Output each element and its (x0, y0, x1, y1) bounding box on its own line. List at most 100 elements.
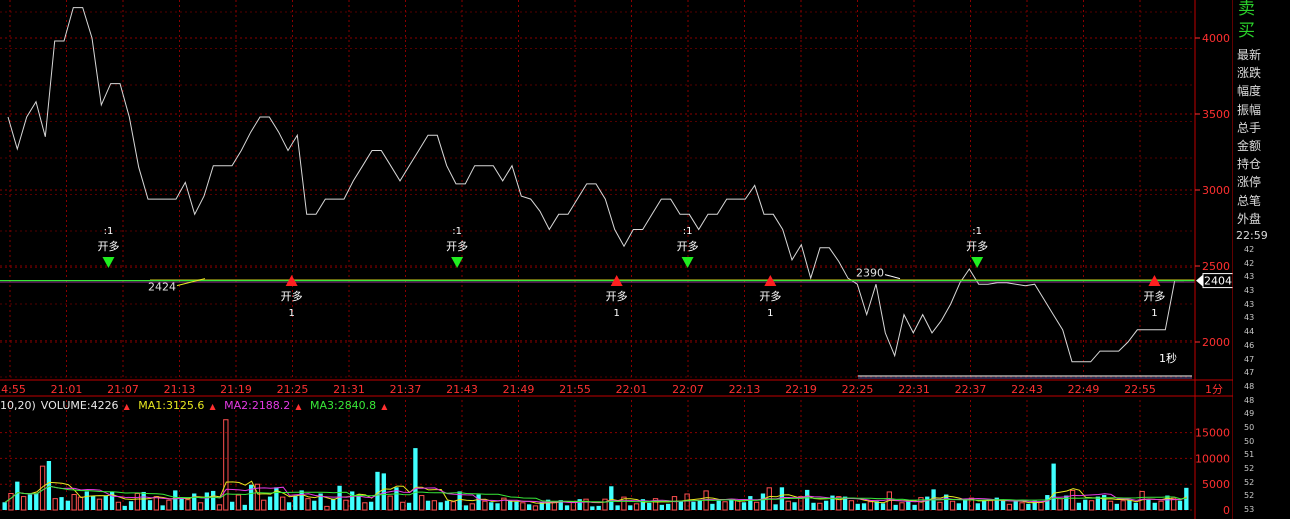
up-arrow-icon: ▲ (381, 402, 388, 411)
signal-text: 开多 (1143, 289, 1165, 303)
volume-bar (748, 496, 753, 510)
volume-bar (678, 501, 683, 510)
volume-bar (27, 494, 33, 510)
time-annotation: 1秒 (1159, 351, 1177, 365)
volume-bar (192, 493, 197, 510)
volume-bar (96, 498, 103, 511)
volume-bar (1127, 500, 1132, 510)
x-tick-label: 21:25 (277, 383, 309, 396)
menu-item-turnover[interactable]: 金额 (1237, 137, 1261, 155)
volume-bar (1083, 499, 1088, 510)
price-label: 2424 (148, 281, 176, 294)
menu-item-open-interest[interactable]: 持仓 (1237, 155, 1261, 173)
volume-y-tick-label: 5000 (1202, 478, 1230, 491)
volume-bar (229, 501, 235, 510)
x-tick-label: 22:01 (616, 383, 648, 396)
volume-bar (628, 505, 633, 510)
legend-volume-value: VOLUME:4226 (40, 399, 119, 412)
volume-bar (431, 500, 438, 511)
volume-bar (71, 494, 77, 511)
volume-bar (2, 502, 7, 510)
volume-bar (286, 502, 292, 510)
volume-y-tick-label: 15000 (1195, 427, 1230, 440)
signal-text: 开多 (97, 239, 119, 253)
volume-bar (59, 497, 64, 510)
volume-bar (438, 502, 443, 510)
volume-bar (697, 500, 702, 510)
x-tick-label: 21:43 (446, 383, 478, 396)
tick-second: 50 (1244, 436, 1255, 446)
volume-bar (495, 503, 500, 510)
volume-bar (179, 498, 184, 510)
signal-text: :1 (683, 226, 693, 237)
volume-bar (508, 500, 513, 510)
menu-item-amplitude[interactable]: 振幅 (1237, 101, 1261, 119)
volume-bar (413, 448, 418, 510)
volume-bar (1088, 500, 1095, 511)
x-tick-label: 22:37 (955, 383, 987, 396)
tick-second: 52 (1244, 477, 1255, 487)
y-tick-label: 3000 (1202, 184, 1230, 197)
volume-bar (65, 500, 71, 510)
volume-bar (343, 499, 349, 511)
volume-bar (77, 496, 84, 511)
x-tick-label: 22:31 (898, 383, 930, 396)
outer-disc-tab[interactable]: 外盘 (1237, 210, 1261, 227)
volume-bar (684, 493, 690, 511)
price-chart[interactable]: 2404242423901秒:1开多:1开多:1开多:1开多开多1开多1开多1开… (0, 7, 1234, 379)
x-tick-label: 14:55 (0, 383, 26, 396)
volume-bar (514, 501, 519, 510)
volume-bar (753, 501, 760, 511)
volume-bar (912, 504, 917, 510)
volume-bar (185, 499, 191, 511)
menu-item-total-trades[interactable]: 总笔 (1237, 192, 1261, 210)
volume-bar (1076, 502, 1082, 510)
menu-item-latest[interactable]: 最新 (1237, 46, 1261, 64)
volume-bar (299, 490, 304, 510)
volume-bar (710, 503, 715, 510)
volume-bar (375, 471, 380, 510)
legend-ma3: MA3:2840.8 (309, 399, 377, 412)
signal-text: 1 (1151, 308, 1157, 319)
x-tick-label: 21:01 (51, 383, 83, 396)
volume-chart[interactable] (2, 419, 1189, 511)
volume-bar (211, 490, 216, 510)
volume-bar (90, 495, 96, 510)
volume-bar (482, 500, 488, 511)
volume-bar (596, 505, 601, 510)
volume-bar (103, 495, 108, 510)
menu-item-change[interactable]: 涨跌 (1237, 64, 1261, 82)
volume-bar (975, 503, 980, 510)
volume-bar (147, 500, 153, 510)
volume-bar (1013, 501, 1018, 510)
volume-bar (526, 504, 532, 510)
volume-bar (792, 502, 797, 510)
tick-second: 48 (1244, 395, 1255, 405)
volume-bar (134, 492, 141, 511)
menu-item-total-volume[interactable]: 总手 (1237, 119, 1261, 137)
volume-bar (280, 496, 286, 511)
volume-bar (1133, 502, 1138, 510)
volume-bar (949, 500, 956, 511)
volume-bar (925, 496, 930, 510)
x-tick-label: 21:19 (220, 383, 252, 396)
tick-second: 43 (1244, 286, 1255, 296)
sell-button[interactable]: 卖 (1238, 0, 1255, 20)
menu-item-limit-up[interactable]: 涨停 (1237, 173, 1261, 191)
chart-canvas: 2404242423901秒:1开多:1开多:1开多:1开多开多1开多1开多1开… (0, 0, 1234, 519)
buy-button[interactable]: 买 (1238, 20, 1255, 42)
volume-bar (1057, 498, 1063, 511)
volume-bar (671, 496, 678, 511)
signal-text: 开多 (446, 239, 468, 253)
volume-bar (987, 500, 994, 511)
volume-bar (633, 503, 640, 511)
last-price-label: 2404 (1204, 275, 1232, 288)
volume-bar (381, 473, 386, 510)
signal-text: 开多 (606, 289, 628, 303)
volume-bar (981, 500, 987, 510)
volume-bar (520, 502, 526, 511)
volume-bar (331, 498, 336, 510)
volume-bar (173, 490, 178, 510)
menu-item-change-pct[interactable]: 幅度 (1237, 82, 1261, 100)
volume-bar (1114, 503, 1119, 510)
